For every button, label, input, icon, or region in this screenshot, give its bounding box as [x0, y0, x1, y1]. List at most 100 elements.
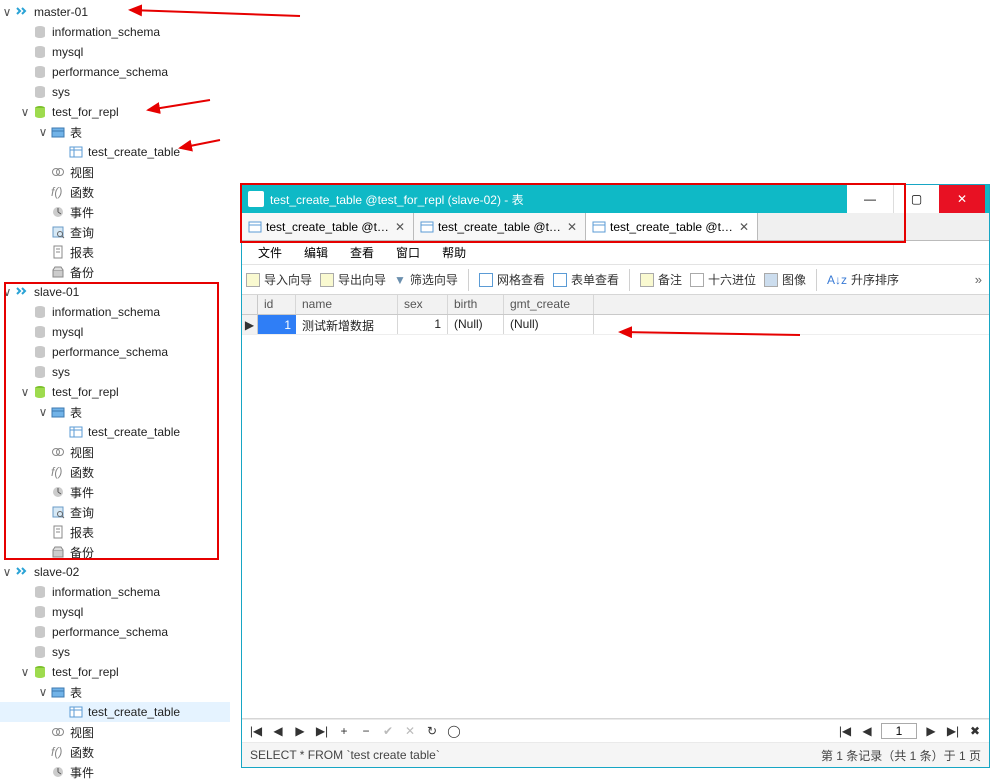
data-grid[interactable]: id name sex birth gmt_create ▶ 1 测试新增数据 … — [242, 295, 989, 719]
page-next-button[interactable]: ▶ — [923, 724, 939, 738]
col-sex[interactable]: sex — [398, 295, 448, 314]
hex-button[interactable]: 十六进位 — [690, 271, 756, 288]
nav-prev-button[interactable]: ◀ — [270, 724, 286, 738]
node-events[interactable]: 事件 — [0, 482, 230, 502]
minimize-button[interactable]: — — [847, 185, 893, 213]
col-birth[interactable]: birth — [448, 295, 504, 314]
page-first-button[interactable]: |◀ — [837, 724, 853, 738]
node-events[interactable]: 事件 — [0, 202, 230, 222]
node-queries[interactable]: 查询 — [0, 222, 230, 242]
menu-edit[interactable]: 编辑 — [294, 242, 338, 263]
cell-name[interactable]: 测试新增数据 — [296, 315, 398, 334]
table-item[interactable]: test_create_table — [0, 142, 230, 162]
backups-icon — [50, 264, 66, 280]
db-item[interactable]: information_schema — [0, 22, 230, 42]
database-icon — [32, 344, 48, 360]
node-functions[interactable]: f()函数 — [0, 182, 230, 202]
nav-commit-button[interactable]: ✔ — [380, 724, 396, 738]
tab-close-icon[interactable]: ✕ — [565, 220, 579, 234]
table-item-selected[interactable]: test_create_table — [0, 702, 230, 722]
folder-tables[interactable]: ∨表 — [0, 402, 230, 422]
page-prev-button[interactable]: ◀ — [859, 724, 875, 738]
folder-tables[interactable]: ∨表 — [0, 682, 230, 702]
db-item[interactable]: information_schema — [0, 582, 230, 602]
tree-label: slave-02 — [34, 565, 85, 579]
db-repl[interactable]: ∨test_for_repl — [0, 102, 230, 122]
node-views[interactable]: 视图 — [0, 162, 230, 182]
node-views[interactable]: 视图 — [0, 722, 230, 742]
export-wizard-button[interactable]: 导出向导 — [320, 271, 386, 288]
node-reports[interactable]: 报表 — [0, 522, 230, 542]
cell-id-selected[interactable]: 1 — [258, 315, 296, 334]
node-reports[interactable]: 报表 — [0, 242, 230, 262]
menu-help[interactable]: 帮助 — [432, 242, 476, 263]
table-item[interactable]: test_create_table — [0, 422, 230, 442]
tab-0[interactable]: test_create_table @test...✕ — [242, 213, 414, 240]
node-queries[interactable]: 查询 — [0, 502, 230, 522]
db-item[interactable]: performance_schema — [0, 622, 230, 642]
grid-view-button[interactable]: 网格查看 — [479, 271, 545, 288]
note-button[interactable]: 备注 — [640, 271, 682, 288]
conn-slave-01[interactable]: ∨slave-01 — [0, 282, 230, 302]
nav-first-button[interactable]: |◀ — [248, 724, 264, 738]
maximize-button[interactable]: ▢ — [893, 185, 939, 213]
nav-add-button[interactable]: + — [336, 724, 352, 738]
nav-refresh-button[interactable]: ↻ — [424, 724, 440, 738]
db-repl[interactable]: ∨test_for_repl — [0, 382, 230, 402]
cell-sex[interactable]: 1 — [398, 315, 448, 334]
tree-label: 报表 — [70, 524, 100, 541]
tab-close-icon[interactable]: ✕ — [393, 220, 407, 234]
db-item[interactable]: performance_schema — [0, 342, 230, 362]
tab-close-icon[interactable]: ✕ — [737, 220, 751, 234]
tab-2-active[interactable]: test_create_table @test...✕ — [586, 213, 758, 240]
menu-window[interactable]: 窗口 — [386, 242, 430, 263]
db-item[interactable]: performance_schema — [0, 62, 230, 82]
nav-cancel-button[interactable]: ✕ — [402, 724, 418, 738]
cell-birth[interactable]: (Null) — [448, 315, 504, 334]
db-item[interactable]: mysql — [0, 42, 230, 62]
import-wizard-button[interactable]: 导入向导 — [246, 271, 312, 288]
db-repl[interactable]: ∨test_for_repl — [0, 662, 230, 682]
tree-label: 事件 — [70, 484, 100, 501]
db-item[interactable]: information_schema — [0, 302, 230, 322]
folder-tables[interactable]: ∨表 — [0, 122, 230, 142]
image-button[interactable]: 图像 — [764, 271, 806, 288]
nav-last-button[interactable]: ▶| — [314, 724, 330, 738]
nav-delete-button[interactable]: − — [358, 724, 374, 738]
col-name[interactable]: name — [296, 295, 398, 314]
node-functions[interactable]: f()函数 — [0, 742, 230, 762]
filter-wizard-button[interactable]: ▼筛选向导 — [394, 271, 458, 288]
col-id[interactable]: id — [258, 295, 296, 314]
cell-gmt-create[interactable]: (Null) — [504, 315, 594, 334]
close-button[interactable]: ✕ — [939, 185, 985, 213]
db-item[interactable]: mysql — [0, 322, 230, 342]
toolbar-overflow-icon[interactable]: » — [972, 272, 985, 287]
db-item[interactable]: sys — [0, 82, 230, 102]
col-gmt-create[interactable]: gmt_create — [504, 295, 594, 314]
conn-master-01[interactable]: ∨master-01 — [0, 2, 230, 22]
menu-file[interactable]: 文件 — [248, 242, 292, 263]
db-item[interactable]: sys — [0, 362, 230, 382]
node-backups[interactable]: 备份 — [0, 262, 230, 282]
nav-stop-button[interactable]: ◯ — [446, 724, 462, 738]
db-item[interactable]: mysql — [0, 602, 230, 622]
sort-asc-button[interactable]: A↓z升序排序 — [827, 271, 899, 288]
menu-view[interactable]: 查看 — [340, 242, 384, 263]
nav-next-button[interactable]: ▶ — [292, 724, 308, 738]
grid-row[interactable]: ▶ 1 测试新增数据 1 (Null) (Null) — [242, 315, 989, 335]
form-view-button[interactable]: 表单查看 — [553, 271, 619, 288]
db-item[interactable]: sys — [0, 642, 230, 662]
svg-text:f(): f() — [51, 465, 62, 479]
tab-1[interactable]: test_create_table @test...✕ — [414, 213, 586, 240]
node-views[interactable]: 视图 — [0, 442, 230, 462]
node-functions[interactable]: f()函数 — [0, 462, 230, 482]
titlebar[interactable]: test_create_table @test_for_repl (slave-… — [242, 185, 989, 213]
tree-label: test_for_repl — [52, 665, 125, 679]
node-backups[interactable]: 备份 — [0, 542, 230, 562]
page-last-button[interactable]: ▶| — [945, 724, 961, 738]
import-icon — [246, 273, 260, 287]
page-input[interactable] — [881, 723, 917, 739]
settings-icon[interactable]: ✖ — [967, 724, 983, 738]
conn-slave-02[interactable]: ∨slave-02 — [0, 562, 230, 582]
node-events[interactable]: 事件 — [0, 762, 230, 782]
